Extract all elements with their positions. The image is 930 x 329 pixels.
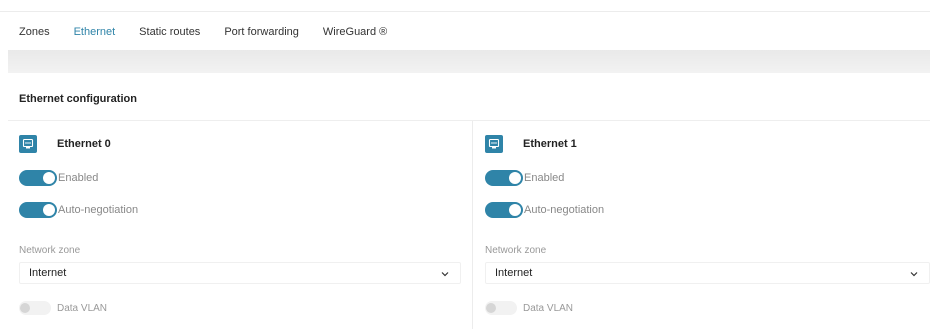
ethernet-1-autoneg-label: Auto-negotiation: [524, 204, 605, 216]
ethernet-0-network-zone-select[interactable]: Internet: [19, 262, 461, 284]
toggle-knob: [509, 172, 521, 184]
ethernet-0-autoneg-label: Auto-negotiation: [58, 204, 139, 216]
ethernet-0-network-zone-label: Network zone: [19, 245, 81, 256]
ethernet-0-vlan-row: Data VLAN: [19, 301, 107, 315]
ethernet-0-vlan-toggle[interactable]: [19, 301, 51, 315]
ethernet-1-enabled-label: Enabled: [524, 172, 565, 184]
ethernet-1-network-zone-label: Network zone: [485, 245, 547, 256]
ethernet-1-vlan-toggle[interactable]: [485, 301, 517, 315]
ethernet-1-title: Ethernet 1: [523, 138, 577, 150]
tab-bar: Zones Ethernet Static routes Port forwar…: [19, 25, 411, 39]
ethernet-1-network-zone-value: Internet: [495, 267, 533, 279]
ethernet-1-vlan-row: Data VLAN: [485, 301, 573, 315]
ethernet-1-enabled-toggle[interactable]: [485, 170, 523, 186]
section-title: Ethernet configuration: [19, 93, 137, 105]
ethernet-1-panel: Ethernet 1 Enabled Auto-negotiation Netw…: [485, 121, 930, 329]
ethernet-1-header: Ethernet 1: [485, 135, 577, 153]
chevron-down-icon: [910, 272, 918, 277]
ethernet-0-vlan-label: Data VLAN: [57, 302, 108, 314]
toggle-knob: [20, 303, 30, 313]
ethernet-0-autoneg-row: Auto-negotiation: [19, 202, 138, 218]
ethernet-0-enabled-row: Enabled: [19, 170, 98, 186]
column-divider: [472, 121, 473, 329]
toggle-knob: [43, 172, 55, 184]
chevron-down-icon: [441, 272, 449, 277]
toggle-knob: [486, 303, 496, 313]
ethernet-port-icon: [19, 135, 37, 153]
tab-static-routes[interactable]: Static routes: [139, 25, 200, 39]
ethernet-port-icon: [485, 135, 503, 153]
ethernet-1-vlan-label: Data VLAN: [523, 302, 574, 314]
ethernet-0-network-zone-value: Internet: [29, 267, 67, 279]
top-divider: [0, 11, 930, 12]
ethernet-0-header: Ethernet 0: [19, 135, 111, 153]
tab-ethernet[interactable]: Ethernet: [74, 25, 116, 39]
toggle-knob: [43, 204, 55, 216]
ethernet-1-enabled-row: Enabled: [485, 170, 564, 186]
tab-zones[interactable]: Zones: [19, 25, 50, 39]
ethernet-0-enabled-label: Enabled: [58, 172, 99, 184]
ethernet-1-autoneg-toggle[interactable]: [485, 202, 523, 218]
ethernet-0-title: Ethernet 0: [57, 138, 111, 150]
ethernet-1-autoneg-row: Auto-negotiation: [485, 202, 604, 218]
tab-wireguard[interactable]: WireGuard ®: [323, 25, 387, 39]
header-band: [8, 50, 930, 73]
ethernet-0-enabled-toggle[interactable]: [19, 170, 57, 186]
tab-port-forwarding[interactable]: Port forwarding: [224, 25, 299, 39]
ethernet-1-network-zone-select[interactable]: Internet: [485, 262, 930, 284]
ethernet-0-panel: Ethernet 0 Enabled Auto-negotiation Netw…: [19, 121, 461, 329]
toggle-knob: [509, 204, 521, 216]
ethernet-0-autoneg-toggle[interactable]: [19, 202, 57, 218]
